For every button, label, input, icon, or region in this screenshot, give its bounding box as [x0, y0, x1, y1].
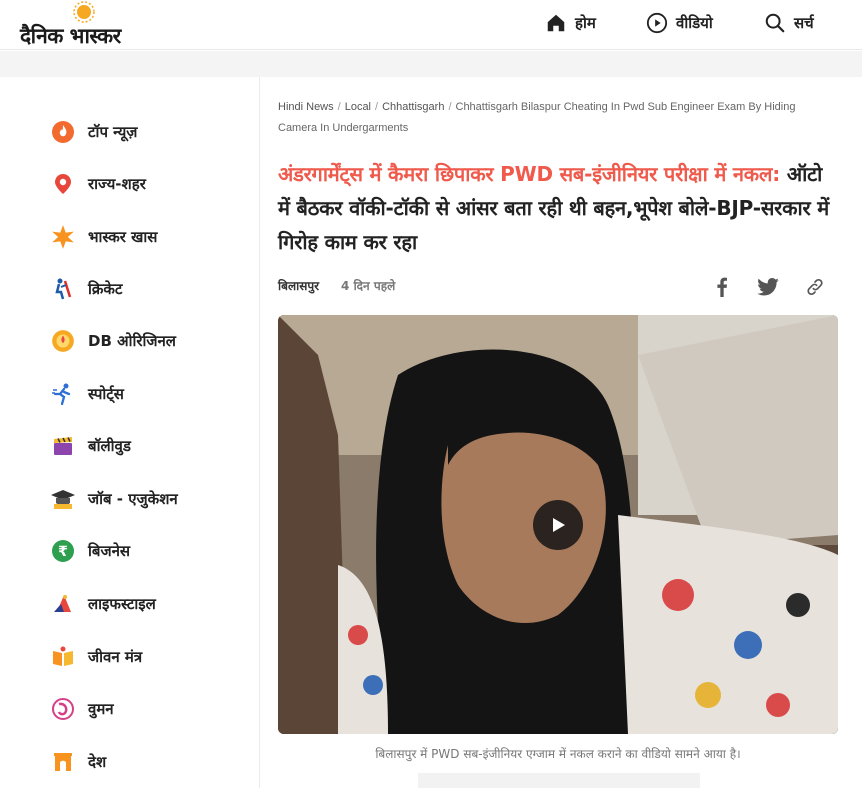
sidebar-item-label: जीवन मंत्र [88, 648, 143, 666]
book-icon [50, 644, 76, 670]
sidebar-item-label: क्रिकेट [88, 280, 123, 298]
sidebar-item-label: लाइफस्टाइल [88, 595, 156, 613]
sidebar-item-lifestyle[interactable]: लाइफस्टाइल [50, 589, 156, 619]
article-main: Hindi News / Local / Chhattisgarh / Chhattisga… [261, 77, 862, 788]
nav-search[interactable]: सर्च [764, 10, 814, 36]
breadcrumb-link[interactable]: Hindi News [278, 101, 334, 113]
sidebar-item-label: भास्कर खास [88, 228, 158, 246]
sidebar-item-top-news[interactable]: टॉप न्यूज़ [50, 117, 137, 147]
article-video-player[interactable] [278, 315, 838, 734]
nav-home-label: होम [575, 14, 596, 32]
article-meta: बिलासपुर 4 दिन पहले [278, 277, 395, 294]
share-twitter-button[interactable] [756, 275, 780, 299]
sidebar-item-woman[interactable]: वुमन [50, 694, 114, 724]
nav-search-label: सर्च [794, 14, 814, 32]
play-button[interactable] [533, 500, 583, 550]
site-logo[interactable]: दैनिक भास्कर [20, 1, 160, 48]
breadcrumb: Hindi News / Local / Chhattisgarh / Chhattisga… [278, 97, 818, 139]
search-icon [765, 13, 785, 33]
lifestyle-icon [50, 591, 76, 617]
sidebar-item-bollywood[interactable]: बॉलीवुड [50, 431, 131, 461]
home-icon [547, 14, 565, 32]
nav-video-label: वीडियो [676, 14, 713, 32]
sidebar-item-label: बिजनेस [88, 542, 131, 560]
sidebar-item-cricket[interactable]: क्रिकेट [50, 274, 123, 304]
breadcrumb-separator: / [448, 101, 452, 113]
sidebar-item-label: टॉप न्यूज़ [88, 123, 138, 141]
sidebar-nav: टॉप न्यूज़ राज्य-शहर भास्कर खास क्रिकेट … [0, 77, 260, 788]
breadcrumb-separator: / [375, 101, 379, 113]
play-icon [553, 518, 565, 532]
cricket-player-icon [50, 276, 76, 302]
india-gate-icon [50, 749, 76, 775]
sun-logo-icon [73, 1, 95, 23]
graduation-cap-icon [50, 486, 76, 512]
sidebar-item-desh[interactable]: देश [50, 747, 106, 777]
breadcrumb-separator: / [337, 101, 341, 113]
publish-time: 4 दिन पहले [341, 279, 396, 293]
headline-kicker: अंडरगार्मेंट्स में कैमरा छिपाकर PWD सब-इ… [278, 162, 781, 186]
woman-icon [50, 696, 76, 722]
share-facebook-button[interactable] [710, 275, 734, 299]
copy-link-button[interactable] [803, 275, 827, 299]
dateline-city[interactable]: बिलासपुर [278, 277, 319, 294]
sidebar-item-job-education[interactable]: जॉब - एजुकेशन [50, 484, 178, 514]
ad-placeholder [418, 773, 700, 788]
svg-text:₹: ₹ [58, 544, 68, 560]
rupee-icon: ₹ [50, 538, 76, 564]
flame-icon [50, 119, 76, 145]
runner-icon [50, 381, 76, 407]
twitter-icon [757, 278, 779, 296]
sidebar-item-label: देश [88, 753, 107, 771]
location-pin-icon [50, 171, 76, 197]
play-circle-icon [646, 12, 668, 34]
facebook-icon [717, 277, 727, 297]
sidebar-item-label: बॉलीवुड [88, 437, 131, 455]
article-headline: अंडरगार्मेंट्स में कैमरा छिपाकर PWD सब-इ… [278, 157, 833, 259]
sidebar-item-db-original[interactable]: DB ओरिजिनल [50, 326, 176, 356]
nav-home[interactable]: होम [545, 10, 596, 36]
sidebar-item-state-city[interactable]: राज्य-शहर [50, 169, 146, 199]
sidebar-item-bhaskar-khas[interactable]: भास्कर खास [50, 222, 157, 252]
diya-icon [50, 328, 76, 354]
breadcrumb-link[interactable]: Chhattisgarh [382, 101, 444, 113]
sidebar-item-sports[interactable]: स्पोर्ट्स [50, 379, 124, 409]
nav-video[interactable]: वीडियो [646, 10, 713, 36]
site-header: दैनिक भास्कर होम वीडियो सर्च [0, 0, 862, 50]
video-caption: बिलासपुर में PWD सब-इंजीनियर एग्जाम में … [375, 747, 741, 761]
sidebar-item-label: DB ओरिजिनल [88, 332, 176, 350]
sidebar-item-business[interactable]: ₹ बिजनेस [50, 536, 130, 566]
sidebar-item-label: जॉब - एजुकेशन [88, 490, 178, 508]
sidebar-item-label: वुमन [88, 700, 114, 718]
sidebar-item-jeevan-mantra[interactable]: जीवन मंत्र [50, 642, 142, 672]
logo-text: दैनिक भास्कर [20, 24, 121, 48]
sidebar-item-label: स्पोर्ट्स [88, 385, 124, 403]
link-icon [807, 278, 823, 296]
breadcrumb-link[interactable]: Local [345, 101, 371, 113]
star-burst-icon [50, 224, 76, 250]
clapperboard-icon [50, 433, 76, 459]
header-spacer-band [0, 51, 862, 77]
sidebar-item-label: राज्य-शहर [88, 175, 146, 193]
